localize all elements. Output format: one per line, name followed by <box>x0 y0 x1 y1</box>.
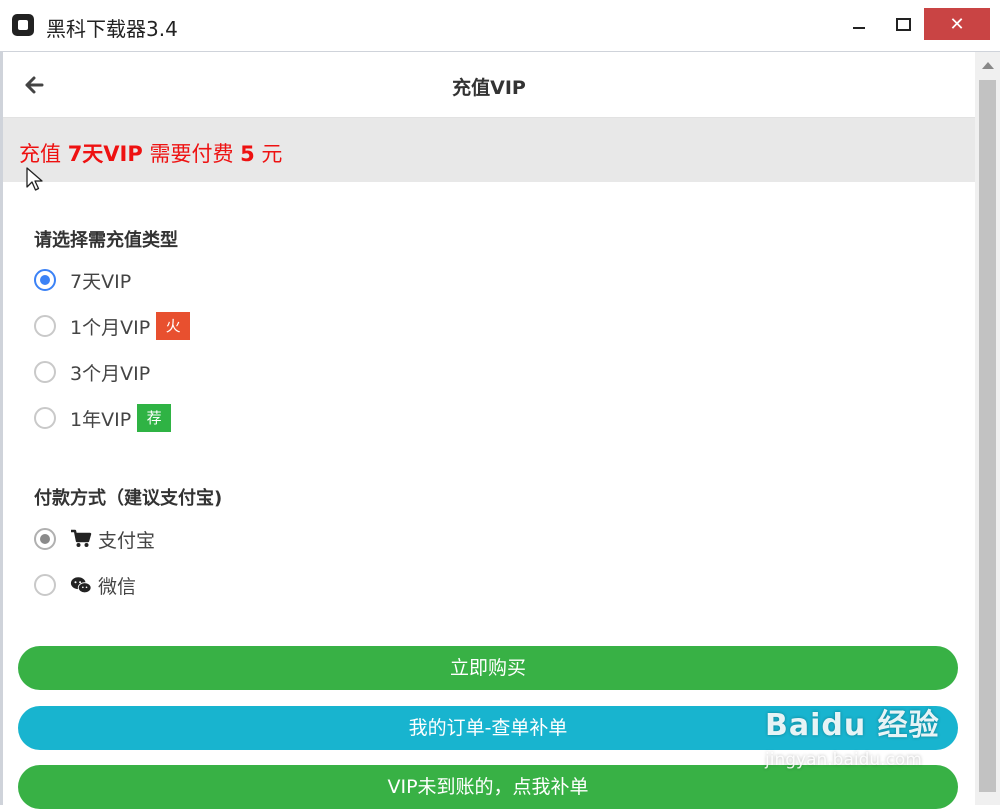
payment-option-label: 支付宝 <box>98 529 156 552</box>
radio-unchecked[interactable] <box>34 574 56 596</box>
page-title: 充值VIP <box>452 77 526 99</box>
wechat-icon <box>70 577 92 594</box>
scroll-up-arrow-icon[interactable] <box>982 62 994 69</box>
maximize-button[interactable] <box>880 8 926 40</box>
payment-section-title: 付款方式（建议支付宝) <box>34 488 223 509</box>
plan-option-label: 7天VIP <box>70 270 132 293</box>
scroll-thumb[interactable] <box>979 80 996 792</box>
window-titlebar: 黑科下载器3.4 ✕ <box>0 0 1000 52</box>
price-notice: 充值 7天VIP 需要付费 5 元 <box>3 118 975 182</box>
plan-option-label: 1年VIP <box>70 408 132 431</box>
my-orders-button[interactable]: 我的订单-查单补单 <box>18 706 958 750</box>
payment-option-label: 微信 <box>98 575 137 598</box>
buy-now-button[interactable]: 立即购买 <box>18 646 958 690</box>
price-notice-text: 充值 7天VIP 需要付费 5 元 <box>19 138 282 168</box>
supplement-order-button[interactable]: VIP未到账的，点我补单 <box>18 765 958 809</box>
page-header: 充值VIP <box>3 52 975 118</box>
app-logo-icon <box>12 14 34 36</box>
payment-option-alipay[interactable]: 支付宝 <box>34 524 155 554</box>
plan-section-title: 请选择需充值类型 <box>34 230 178 251</box>
plan-option-1month[interactable]: 1个月VIP 火 <box>34 311 191 341</box>
minimize-icon <box>853 27 865 29</box>
close-button[interactable]: ✕ <box>924 8 990 40</box>
plan-option-3month[interactable]: 3个月VIP <box>34 357 150 387</box>
radio-unchecked[interactable] <box>34 315 56 337</box>
minimize-button[interactable] <box>836 8 882 40</box>
payment-option-wechat[interactable]: 微信 <box>34 570 136 600</box>
vertical-scrollbar[interactable] <box>975 52 1000 805</box>
plan-option-label: 3个月VIP <box>70 362 151 385</box>
hot-tag-badge: 火 <box>156 312 191 340</box>
radio-checked[interactable] <box>34 528 56 550</box>
window-title: 黑科下载器3.4 <box>46 17 178 41</box>
notice-amount: 5 <box>240 142 255 166</box>
notice-suffix: 元 <box>254 142 283 166</box>
notice-middle: 需要付费 <box>142 142 241 166</box>
recommend-tag-badge: 荐 <box>137 404 172 432</box>
radio-unchecked[interactable] <box>34 407 56 429</box>
notice-prefix: 充值 <box>19 142 68 166</box>
plan-option-1year[interactable]: 1年VIP 荐 <box>34 403 172 433</box>
cart-icon <box>71 529 92 547</box>
maximize-icon <box>895 17 911 31</box>
plan-option-7day[interactable]: 7天VIP <box>34 265 131 295</box>
plan-option-label: 1个月VIP <box>70 316 151 339</box>
notice-plan: 7天VIP <box>67 142 143 166</box>
radio-unchecked[interactable] <box>34 361 56 383</box>
radio-checked[interactable] <box>34 269 56 291</box>
